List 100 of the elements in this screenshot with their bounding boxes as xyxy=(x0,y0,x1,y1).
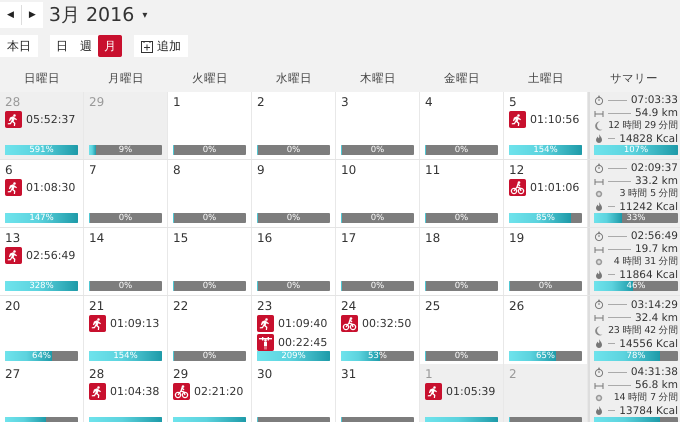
day-cell[interactable]: 26 65% xyxy=(504,296,588,365)
activity-duration[interactable]: 01:09:40 xyxy=(278,317,328,330)
runner-icon[interactable] xyxy=(89,383,106,400)
activity-duration[interactable]: 02:21:20 xyxy=(194,385,244,398)
day-number: 16 xyxy=(257,231,274,245)
day-cell[interactable]: 24 00:32:50 53% xyxy=(336,296,420,365)
day-cell[interactable]: 21 01:09:13 154% xyxy=(84,296,168,365)
runner-icon[interactable] xyxy=(509,111,526,128)
day-cell[interactable]: 16 0% xyxy=(252,228,336,295)
summary-distance: 32.4 km xyxy=(634,312,678,324)
view-tab[interactable]: 月 xyxy=(98,35,122,57)
activity-duration[interactable]: 01:10:56 xyxy=(530,113,580,126)
runner-icon[interactable] xyxy=(257,315,274,332)
day-cell[interactable]: 29 02:21:20 xyxy=(168,364,252,422)
cyclist-icon[interactable] xyxy=(173,383,190,400)
summary-calories: 14556 Kcal xyxy=(619,338,678,350)
day-cell[interactable]: 28 01:04:38 xyxy=(84,364,168,422)
weekday-header: 木曜日 xyxy=(359,71,397,86)
day-cell[interactable]: 17 0% xyxy=(336,228,420,295)
day-cell[interactable]: 12 01:01:06 85% xyxy=(504,160,588,227)
activity-duration[interactable]: 00:32:50 xyxy=(362,317,412,330)
day-cell[interactable]: 1 01:05:39 xyxy=(420,364,504,422)
summary-time: 07:03:33 xyxy=(630,94,678,106)
progress-label: 147% xyxy=(28,213,55,223)
summary-time: 03:14:29 xyxy=(630,298,678,310)
activity-duration[interactable]: 01:01:06 xyxy=(530,181,580,194)
activity-duration[interactable]: 01:04:38 xyxy=(110,385,160,398)
day-cell[interactable]: 15 0% xyxy=(168,228,252,295)
runner-icon[interactable] xyxy=(5,111,22,128)
day-cell[interactable]: 23 01:09:40 00:22:45 209% xyxy=(252,296,336,365)
day-cell[interactable]: 18 0% xyxy=(420,228,504,295)
day-number: 27 xyxy=(5,367,22,381)
flame-icon xyxy=(594,338,604,349)
day-cell[interactable]: 14 0% xyxy=(84,228,168,295)
day-cell[interactable]: 30 xyxy=(252,364,336,422)
day-cell[interactable]: 27 xyxy=(0,364,84,422)
progress-label: 0% xyxy=(370,281,386,291)
progress-label: 78% xyxy=(626,351,646,361)
day-cell[interactable]: 7 0% xyxy=(84,160,168,227)
day-cell[interactable]: 1 0% xyxy=(168,92,252,159)
progress-label: 0% xyxy=(202,213,218,223)
next-button[interactable]: ▶ xyxy=(20,5,43,25)
day-cell[interactable]: 5 01:10:56 154% xyxy=(504,92,588,159)
day-cell[interactable]: 13 02:56:49 328% xyxy=(0,228,84,295)
flame-icon xyxy=(594,201,604,212)
add-button[interactable]: 追加 xyxy=(134,35,188,57)
day-number: 25 xyxy=(425,299,442,313)
cyclist-icon[interactable] xyxy=(341,315,358,332)
runner-icon[interactable] xyxy=(5,179,22,196)
day-cell[interactable]: 4 0% xyxy=(420,92,504,159)
previous-button[interactable]: ◀ xyxy=(0,5,21,25)
day-number: 6 xyxy=(5,163,14,177)
progress-label: 0% xyxy=(118,213,134,223)
activity-duration[interactable]: 00:22:45 xyxy=(278,336,328,349)
summary-time: 02:56:49 xyxy=(630,230,678,242)
day-cell[interactable]: 25 0% xyxy=(420,296,504,365)
day-cell[interactable]: 20 64% xyxy=(0,296,84,365)
day-number: 18 xyxy=(425,231,442,245)
progress-label: 9% xyxy=(118,145,134,155)
day-cell[interactable]: 10 0% xyxy=(336,160,420,227)
stopwatch-icon xyxy=(594,366,604,378)
flame-icon xyxy=(594,133,604,144)
dropdown-caret[interactable]: ▾ xyxy=(142,10,148,20)
day-cell[interactable]: 22 0% xyxy=(168,296,252,365)
day-cell[interactable]: 31 xyxy=(336,364,420,422)
day-number: 4 xyxy=(425,95,434,109)
activity-duration[interactable]: 02:56:49 xyxy=(26,249,76,262)
runner-icon[interactable] xyxy=(5,247,22,264)
day-cell[interactable]: 8 0% xyxy=(168,160,252,227)
view-tab[interactable]: 週 xyxy=(74,35,98,57)
day-cell[interactable]: 2 0% xyxy=(252,92,336,159)
runner-icon[interactable] xyxy=(425,383,442,400)
today-button[interactable]: 本日 xyxy=(0,35,38,57)
stopwatch-icon xyxy=(594,162,604,174)
cyclist-icon[interactable] xyxy=(509,179,526,196)
day-cell[interactable]: 11 0% xyxy=(420,160,504,227)
weightlifter-icon[interactable] xyxy=(257,334,274,351)
weekday-header: 火曜日 xyxy=(191,71,229,86)
day-cell[interactable]: 6 01:08:30 147% xyxy=(0,160,84,227)
progress-label: 0% xyxy=(454,213,470,223)
activity-duration[interactable]: 01:08:30 xyxy=(26,181,76,194)
day-cell[interactable]: 9 0% xyxy=(252,160,336,227)
day-number: 29 xyxy=(89,95,106,109)
progress-label: 591% xyxy=(28,145,55,155)
summary-sleep: 14 時間 7 分間 xyxy=(614,391,678,404)
summary-distance: 19.7 km xyxy=(634,243,678,255)
view-tab[interactable]: 日 xyxy=(50,35,74,57)
ruler-icon xyxy=(594,312,604,323)
summary-calories: 11864 Kcal xyxy=(619,268,678,281)
activity-duration[interactable]: 01:09:13 xyxy=(110,317,160,330)
progress-label: 154% xyxy=(112,351,139,361)
day-cell[interactable]: 19 0% xyxy=(504,228,588,295)
day-cell[interactable]: 3 0% xyxy=(336,92,420,159)
day-number: 7 xyxy=(89,163,98,177)
activity-duration[interactable]: 05:52:37 xyxy=(26,113,76,126)
activity-duration[interactable]: 01:05:39 xyxy=(446,385,496,398)
runner-icon[interactable] xyxy=(89,315,106,332)
summary-calories: 14828 Kcal xyxy=(619,132,678,145)
day-number: 21 xyxy=(89,299,106,313)
month-title[interactable]: 3月 2016 xyxy=(48,2,134,28)
